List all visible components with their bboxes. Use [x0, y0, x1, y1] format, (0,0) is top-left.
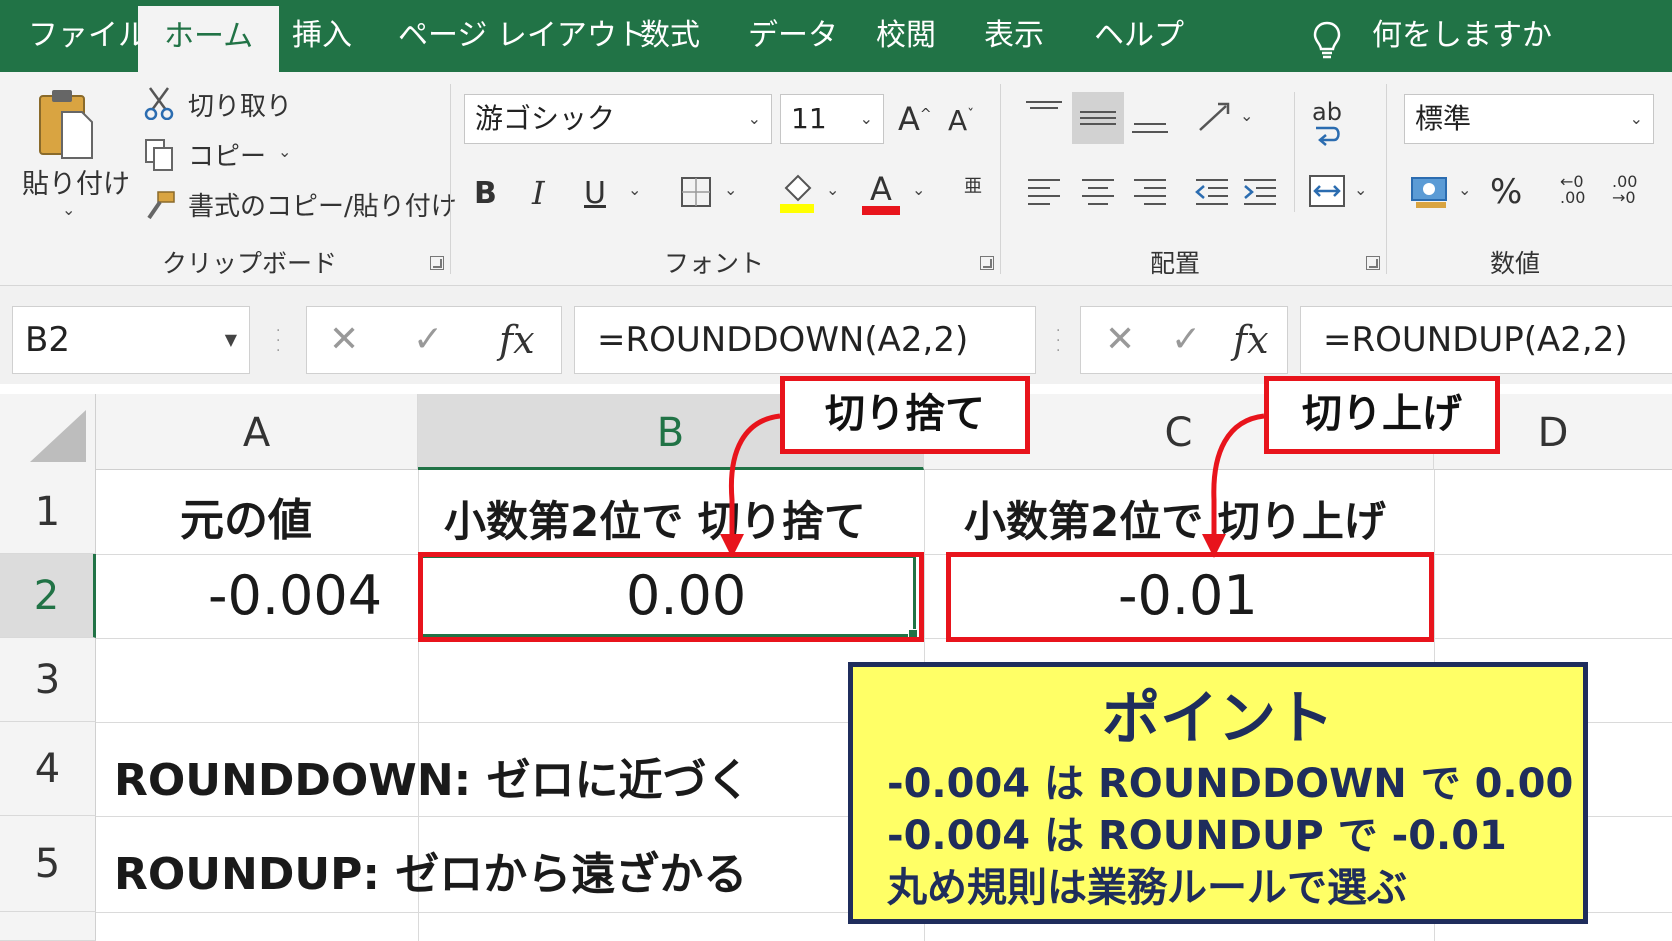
arrowhead-icon	[720, 534, 744, 558]
point-line-2: -0.004 は ROUNDUP で -0.01	[887, 813, 1507, 859]
point-title: ポイント	[1101, 684, 1334, 752]
arrow-rounddown	[728, 413, 781, 540]
point-line-1: -0.004 は ROUNDDOWN で 0.00	[887, 761, 1574, 807]
arrowhead-icon	[1202, 534, 1226, 558]
arrow-roundup	[1211, 413, 1265, 540]
point-line-3: 丸め規則は業務ルールで選ぶ	[887, 865, 1407, 911]
point-box: ポイント -0.004 は ROUNDDOWN で 0.00 -0.004 は …	[848, 662, 1588, 924]
